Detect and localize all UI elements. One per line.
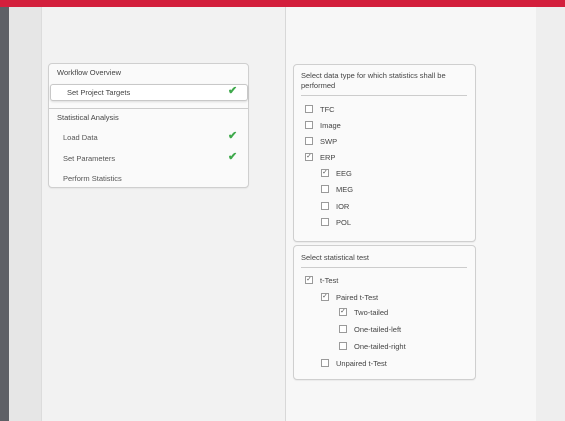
- option-swp[interactable]: SWP: [305, 137, 337, 147]
- checkbox-one-tailed-right[interactable]: [339, 342, 347, 351]
- option-label: EEG: [336, 169, 352, 178]
- nav-item-set-parameters[interactable]: Set Parameters: [63, 154, 115, 163]
- nav-item-label: Perform Statistics: [63, 174, 122, 183]
- checkbox-ior[interactable]: [321, 202, 329, 211]
- option-label: Unpaired t-Test: [336, 359, 387, 368]
- statistical-analysis-heading: Statistical Analysis: [57, 113, 119, 122]
- left-rail: [0, 7, 9, 421]
- option-unpaired-t-test[interactable]: Unpaired t-Test: [321, 359, 387, 369]
- checkbox-pol[interactable]: [321, 218, 329, 227]
- section-divider: [301, 95, 467, 96]
- statistical-test-title: Select statistical test: [301, 253, 369, 262]
- checkbox-tfc[interactable]: [305, 105, 313, 114]
- nav-item-label: Load Data: [63, 133, 98, 142]
- option-paired-t-test[interactable]: ✓ Paired t-Test: [321, 293, 378, 303]
- nav-item-set-project-targets[interactable]: Set Project Targets ✔: [50, 84, 248, 101]
- check-icon: ✔: [228, 130, 238, 142]
- option-ior[interactable]: IOR: [321, 202, 349, 212]
- option-meg[interactable]: MEG: [321, 185, 353, 195]
- nav-item-label: Set Project Targets: [67, 88, 131, 97]
- left-gutter: [9, 7, 41, 421]
- option-tfc[interactable]: TFC: [305, 105, 335, 115]
- option-label: IOR: [336, 202, 350, 211]
- checkbox-t-test[interactable]: ✓: [305, 276, 313, 285]
- right-gutter: [536, 7, 565, 421]
- option-one-tailed-right[interactable]: One-tailed-right: [339, 342, 406, 352]
- data-type-title: Select data type for which statistics sh…: [301, 71, 446, 90]
- checkbox-two-tailed[interactable]: ✓: [339, 308, 347, 317]
- option-image[interactable]: Image: [305, 121, 341, 131]
- checkbox-one-tailed-left[interactable]: [339, 325, 347, 334]
- checkbox-unpaired-t-test[interactable]: [321, 359, 329, 368]
- checkbox-swp[interactable]: [305, 137, 313, 146]
- option-label: TFC: [320, 105, 335, 114]
- option-label: POL: [336, 218, 352, 227]
- checkbox-paired-t-test[interactable]: ✓: [321, 293, 329, 302]
- checkbox-eeg[interactable]: ✓: [321, 169, 329, 178]
- data-type-panel: Select data type for which statistics sh…: [293, 64, 476, 242]
- option-label: Paired t-Test: [336, 293, 379, 302]
- section-divider: [301, 267, 467, 268]
- option-label: One-tailed-right: [354, 342, 406, 351]
- option-two-tailed[interactable]: ✓ Two-tailed: [339, 308, 388, 318]
- option-erp[interactable]: ✓ ERP: [305, 153, 335, 163]
- option-label: Image: [320, 121, 341, 130]
- option-t-test[interactable]: ✓ t-Test: [305, 276, 338, 286]
- checkbox-erp[interactable]: ✓: [305, 153, 313, 162]
- check-icon: ✔: [228, 85, 238, 97]
- checkbox-meg[interactable]: [321, 185, 329, 194]
- check-icon: ✔: [228, 151, 238, 163]
- workflow-nav-panel: Workflow Overview Statistical Analysis L…: [48, 63, 249, 188]
- nav-divider: [49, 108, 248, 109]
- nav-item-perform-statistics[interactable]: Perform Statistics: [63, 174, 122, 183]
- statistical-test-panel: Select statistical test ✓ t-Test ✓ Paired …: [293, 245, 476, 380]
- top-accent-bar: [0, 0, 565, 7]
- option-label: One-tailed-left: [354, 325, 402, 334]
- workflow-overview-heading: Workflow Overview: [57, 68, 122, 77]
- option-one-tailed-left[interactable]: One-tailed-left: [339, 325, 401, 335]
- nav-item-load-data[interactable]: Load Data: [63, 133, 98, 142]
- option-pol[interactable]: POL: [321, 218, 351, 228]
- option-eeg[interactable]: ✓ EEG: [321, 169, 352, 179]
- checkbox-image[interactable]: [305, 121, 313, 130]
- option-label: t-Test: [320, 276, 339, 285]
- option-label: ERP: [320, 153, 336, 162]
- nav-item-label: Set Parameters: [63, 154, 116, 163]
- option-label: Two-tailed: [354, 308, 389, 317]
- option-label: SWP: [320, 137, 338, 146]
- option-label: MEG: [336, 185, 354, 194]
